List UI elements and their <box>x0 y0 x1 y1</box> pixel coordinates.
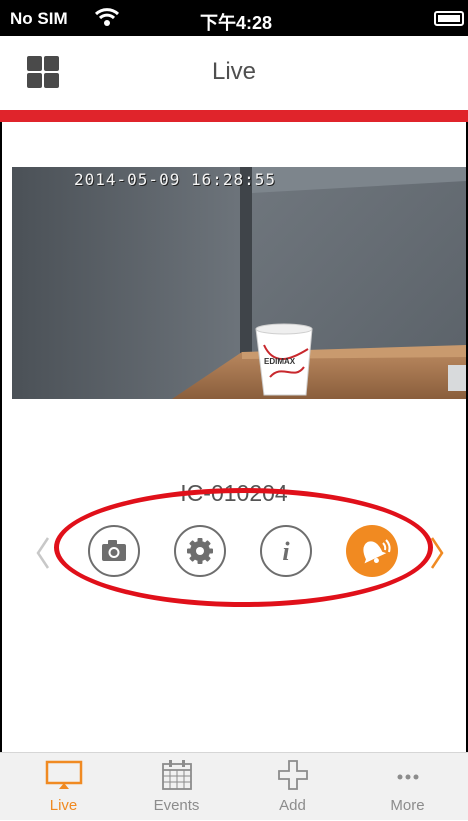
tab-events[interactable]: Events <box>118 753 235 821</box>
wifi-icon <box>94 8 120 26</box>
camera-timestamp: 2014-05-09 16:28:55 <box>74 170 277 189</box>
tab-live[interactable]: Live <box>5 753 122 821</box>
highlight-annotation-ellipse <box>54 488 433 607</box>
battery-icon <box>434 11 464 26</box>
camera-scene <box>12 167 466 399</box>
carrier-label: No SIM <box>10 9 68 28</box>
nav-bar: Live <box>0 36 468 110</box>
tab-add-label: Add <box>279 797 306 814</box>
accent-divider <box>0 110 468 122</box>
clock: 下午4:28 <box>200 13 273 33</box>
camera-live-view[interactable]: 2014-05-09 16:28:55 EDIMAX <box>12 167 466 399</box>
cup-logo-text: EDIMAX <box>264 357 296 366</box>
tab-more[interactable]: More <box>349 753 466 821</box>
tab-bar: Live Events Add More <box>0 752 468 820</box>
plus-icon <box>278 760 308 790</box>
chevron-left-icon[interactable] <box>34 536 52 570</box>
calendar-icon <box>162 760 192 790</box>
tab-add[interactable]: Add <box>234 753 351 821</box>
more-dots-icon <box>397 774 419 780</box>
monitor-icon <box>45 760 83 789</box>
tab-events-label: Events <box>153 797 200 814</box>
phone-frame <box>0 0 468 820</box>
page-title: Live <box>211 58 257 85</box>
tab-more-label: More <box>390 797 425 814</box>
status-bar: No SIM 下午4:28 <box>0 0 468 36</box>
tab-live-label: Live <box>49 797 78 814</box>
